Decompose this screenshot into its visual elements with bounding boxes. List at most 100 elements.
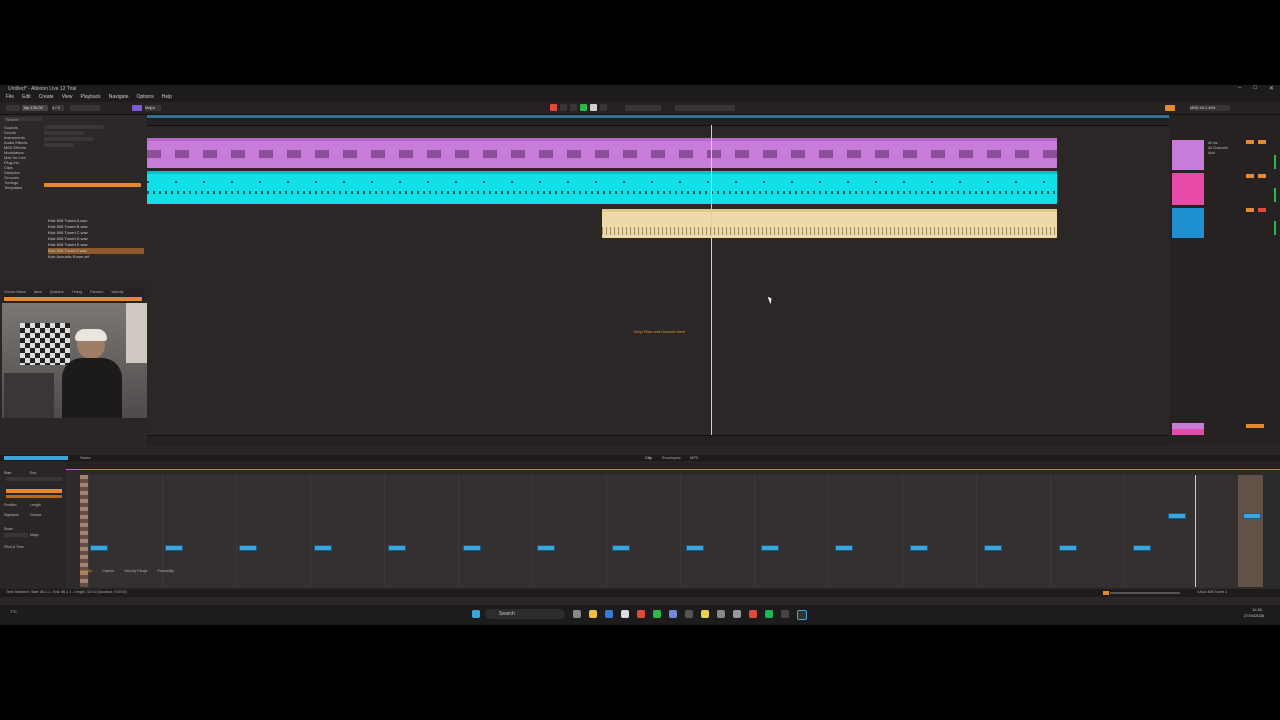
browser-search-input[interactable]: Search xyxy=(4,117,42,122)
menu-help[interactable]: Help xyxy=(162,93,172,102)
scale-root-select[interactable] xyxy=(4,533,28,537)
minimize-button[interactable]: – xyxy=(1238,85,1241,92)
return-track-b[interactable] xyxy=(1172,429,1204,435)
tab-notes[interactable]: Notes xyxy=(80,455,90,460)
monitor-1[interactable]: Auto xyxy=(1208,151,1215,155)
whatsapp-icon[interactable] xyxy=(653,610,661,618)
maximize-button[interactable]: □ xyxy=(1253,85,1257,92)
note-editor[interactable] xyxy=(88,475,1263,587)
chrome-icon[interactable] xyxy=(637,610,645,618)
taskbar-search[interactable]: Search xyxy=(485,609,565,619)
browser-selected-folder[interactable] xyxy=(44,183,141,187)
arrangement-record-button[interactable] xyxy=(550,104,557,111)
loop-end-region[interactable] xyxy=(1238,475,1263,587)
app-icon[interactable] xyxy=(685,610,693,618)
menu-view[interactable]: View xyxy=(62,93,73,102)
track-header-1[interactable] xyxy=(1172,140,1204,170)
tab-envelopes[interactable]: Envelopes xyxy=(662,455,681,460)
key-map-button[interactable] xyxy=(1165,105,1175,111)
clock-time[interactable]: 11:16 xyxy=(1252,607,1262,612)
menu-navigate[interactable]: Navigate xyxy=(109,93,129,102)
note-high[interactable] xyxy=(1168,513,1186,519)
midi-note[interactable] xyxy=(909,545,928,551)
track-header-3[interactable] xyxy=(1172,208,1204,238)
browser-filter-row[interactable] xyxy=(44,137,94,141)
app-icon[interactable] xyxy=(701,610,709,618)
tab-mpe[interactable]: MPE xyxy=(690,455,699,460)
tap-tempo-button[interactable] xyxy=(6,105,20,111)
forward-button[interactable] xyxy=(570,104,577,111)
arrangement-bottom-ruler[interactable] xyxy=(147,435,1169,446)
windows-start-icon[interactable] xyxy=(472,610,480,618)
time-signature[interactable]: 4 / 4 xyxy=(52,105,64,111)
record-arm-3[interactable] xyxy=(1258,208,1266,212)
midi-note[interactable] xyxy=(388,545,406,551)
track-activator-1[interactable] xyxy=(1246,140,1254,144)
tab-chance[interactable]: Chance xyxy=(102,569,114,573)
file-explorer-icon[interactable] xyxy=(589,610,597,618)
midi-note[interactable] xyxy=(1058,545,1077,551)
midi-note[interactable] xyxy=(835,545,853,551)
midi-note[interactable] xyxy=(462,545,481,551)
browser-filter-row[interactable] xyxy=(44,125,104,129)
midi-clip-cyan[interactable] xyxy=(147,171,1057,204)
audio-clip-cream[interactable] xyxy=(602,209,1057,238)
midi-note[interactable] xyxy=(90,545,108,551)
menu-options[interactable]: Options xyxy=(136,93,153,102)
midi-note[interactable] xyxy=(611,545,630,551)
note-high[interactable] xyxy=(1243,513,1261,519)
clip-start-field[interactable] xyxy=(6,477,62,481)
midi-note[interactable] xyxy=(686,545,704,551)
menu-edit[interactable]: Edit xyxy=(22,93,31,102)
ableton-icon[interactable] xyxy=(781,610,789,618)
midi-note[interactable] xyxy=(760,545,779,551)
spotify-icon[interactable] xyxy=(765,610,773,618)
tempo-field[interactable]: Tap 130.00 xyxy=(22,105,48,111)
app-icon[interactable] xyxy=(733,610,741,618)
discord-icon[interactable] xyxy=(669,610,677,618)
midi-note[interactable] xyxy=(984,545,1002,551)
back-button[interactable] xyxy=(560,104,567,111)
midi-note[interactable] xyxy=(1133,545,1151,551)
track-activator-2[interactable] xyxy=(1246,174,1254,178)
timeline-ruler[interactable] xyxy=(147,115,1169,126)
browser-filter-row[interactable] xyxy=(44,131,84,135)
track-header-2[interactable] xyxy=(1172,173,1204,205)
app-icon[interactable] xyxy=(797,610,807,620)
transport-extras[interactable] xyxy=(625,105,661,111)
loop-toggle[interactable] xyxy=(6,489,62,493)
task-view-icon[interactable] xyxy=(573,610,581,618)
clock-date[interactable]: 27/04/2026 xyxy=(1244,613,1264,618)
app-icon[interactable] xyxy=(749,610,757,618)
midi-note[interactable] xyxy=(239,545,257,551)
list-item[interactable]: Kick Acoustic Room.aif xyxy=(48,254,144,260)
scale-select[interactable]: Major xyxy=(145,105,161,111)
settings-icon[interactable] xyxy=(717,610,725,618)
return-controls[interactable] xyxy=(1246,424,1264,428)
clip-ruler[interactable] xyxy=(0,461,1280,470)
menu-create[interactable]: Create xyxy=(39,93,54,102)
metronome-controls[interactable] xyxy=(70,105,100,111)
status-warning-icon[interactable] xyxy=(1103,591,1109,595)
midi-clip-purple[interactable] xyxy=(147,138,1057,168)
tab-probability[interactable]: Probability xyxy=(158,569,174,573)
clip-tab-active[interactable] xyxy=(4,456,68,460)
tab-velocity-range[interactable]: Velocity Range xyxy=(124,569,147,573)
loop-toggle-secondary[interactable] xyxy=(6,495,62,498)
menu-file[interactable]: File xyxy=(6,93,14,102)
record-button[interactable] xyxy=(600,104,607,111)
input-type-1[interactable]: All Ins xyxy=(1208,141,1218,145)
midi-note[interactable] xyxy=(313,545,332,551)
stop-icon[interactable] xyxy=(590,104,597,111)
solo-button-2[interactable] xyxy=(1258,174,1266,178)
position-display[interactable] xyxy=(675,105,735,111)
store-icon[interactable] xyxy=(621,610,629,618)
edge-icon[interactable] xyxy=(605,610,613,618)
play-icon[interactable] xyxy=(580,104,587,111)
category-templates[interactable]: Templates xyxy=(4,185,40,190)
browser-filter-row[interactable] xyxy=(44,143,74,147)
tab-clip[interactable]: Clip xyxy=(645,455,652,460)
tab-velocity[interactable]: Velocity xyxy=(80,569,92,573)
scale-toggle[interactable] xyxy=(132,105,142,111)
midi-note[interactable] xyxy=(537,545,555,551)
